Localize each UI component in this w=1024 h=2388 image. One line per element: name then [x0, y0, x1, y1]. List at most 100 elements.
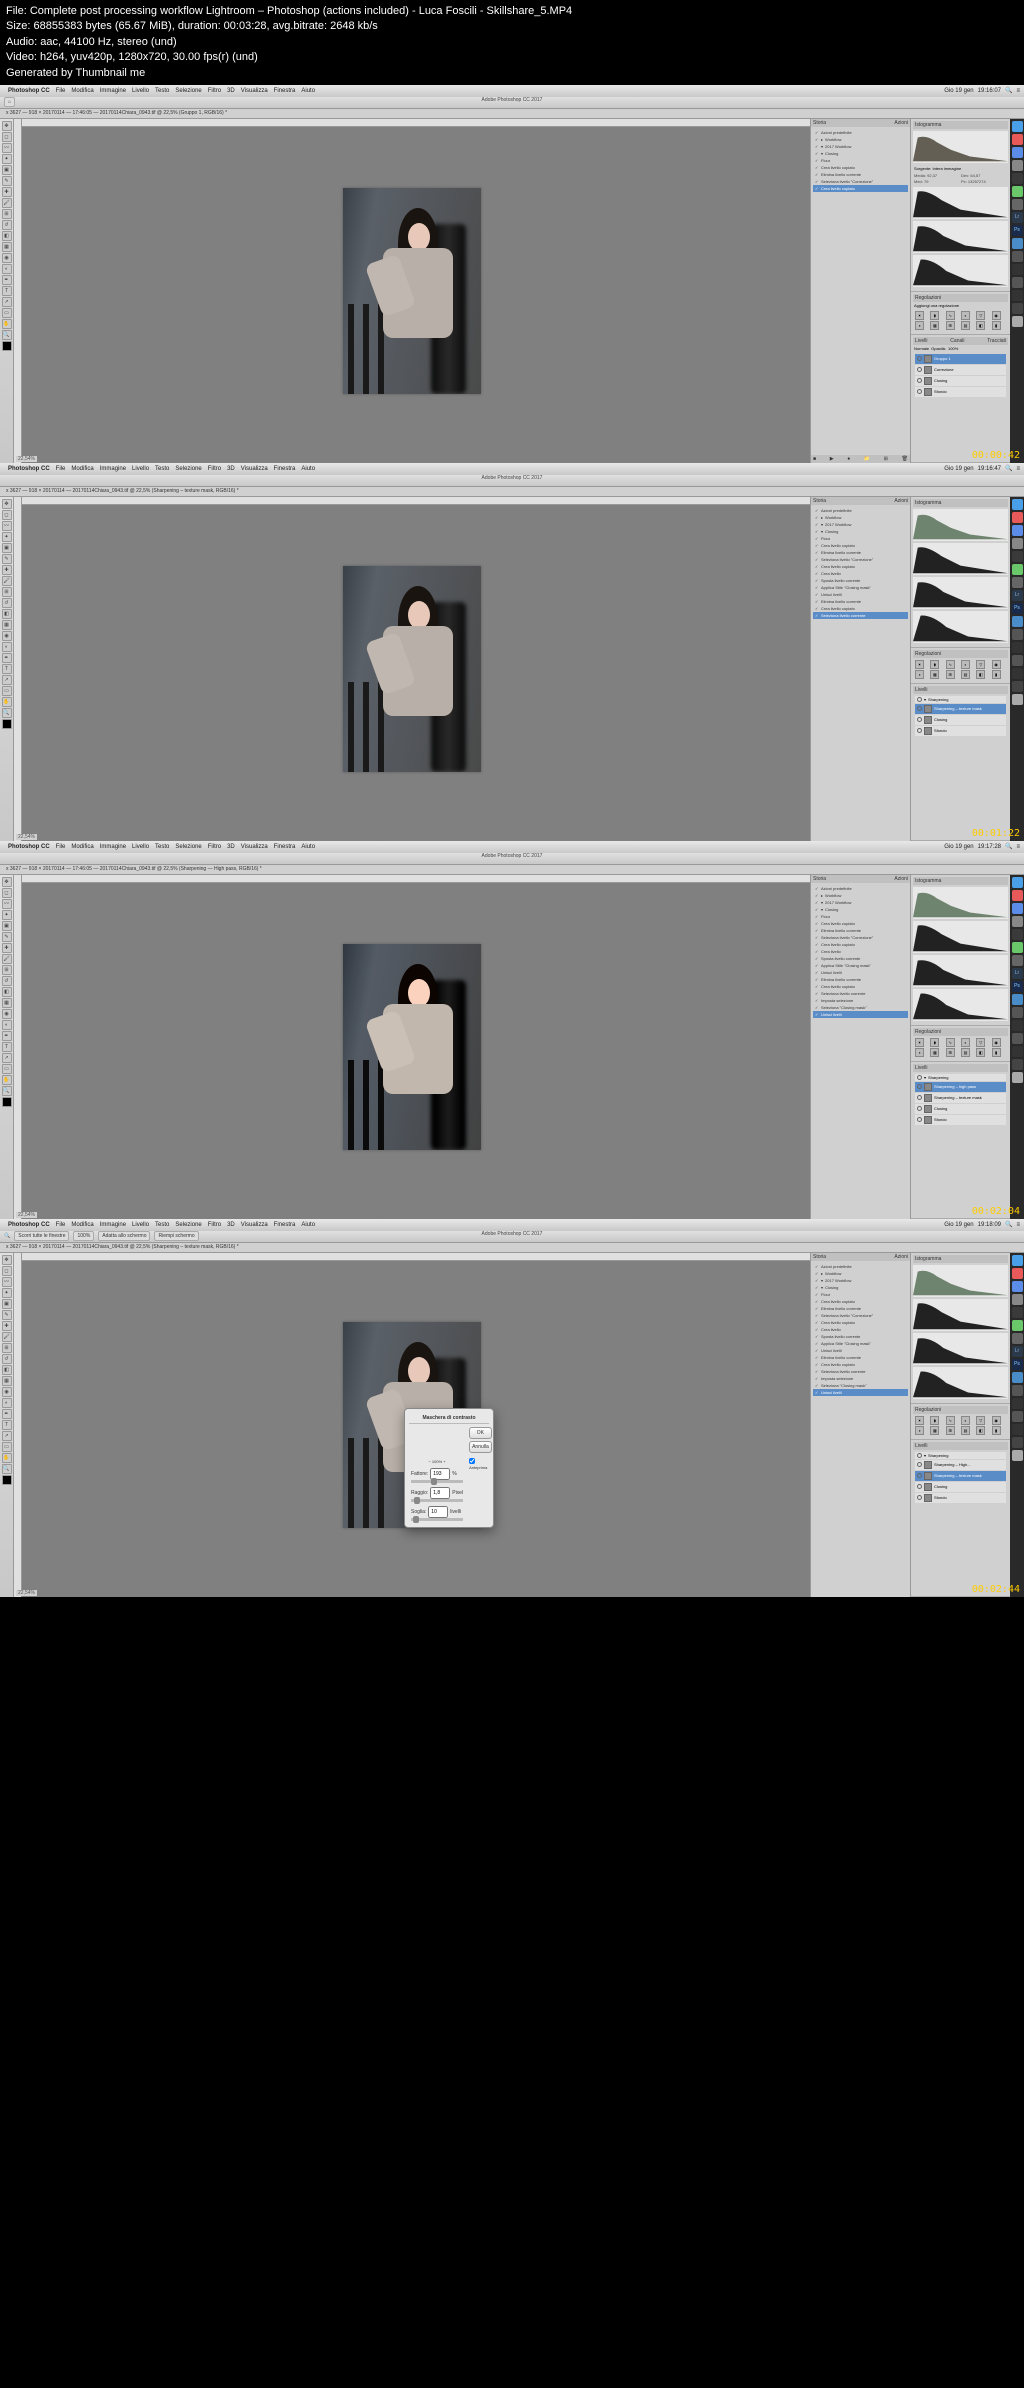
type-tool[interactable]: T: [2, 1042, 12, 1052]
radius-slider[interactable]: [411, 1499, 463, 1502]
blend-mode[interactable]: Normale: [914, 346, 929, 351]
dock-app-icon[interactable]: [1012, 134, 1023, 145]
stamp-tool[interactable]: ⊞: [2, 209, 12, 219]
dock-finder-icon[interactable]: [1012, 121, 1023, 132]
invert-icon[interactable]: ◧: [976, 1048, 985, 1057]
document-tab[interactable]: x 3627 — 918 × 20170114 — 17:46:05 — 201…: [0, 865, 1024, 875]
eye-icon[interactable]: [917, 1084, 922, 1089]
menu-window[interactable]: Finestra: [274, 88, 296, 94]
new-folder-icon[interactable]: 📁: [864, 456, 870, 462]
actions-tab[interactable]: Azioni: [894, 876, 908, 882]
path-tool[interactable]: ↗: [2, 297, 12, 307]
layers-tab[interactable]: Livelli: [915, 1065, 928, 1071]
eyedropper-tool[interactable]: ✎: [2, 554, 12, 564]
eyedropper-tool[interactable]: ✎: [2, 932, 12, 942]
canvas-area[interactable]: 22,54%: [14, 875, 810, 1219]
eye-icon[interactable]: [917, 697, 922, 702]
pen-tool[interactable]: ✒: [2, 1031, 12, 1041]
stamp-tool[interactable]: ⊞: [2, 1343, 12, 1353]
histogram-tab[interactable]: Istogramma: [915, 878, 941, 884]
threshold-input[interactable]: [428, 1506, 448, 1518]
dock-app-icon[interactable]: [1012, 290, 1023, 301]
menu-window[interactable]: Finestra: [274, 844, 296, 850]
marquee-tool[interactable]: ◻: [2, 132, 12, 142]
brightness-icon[interactable]: ☀: [915, 1038, 924, 1047]
hue-icon[interactable]: ◉: [992, 311, 1001, 320]
opt-scroll-all[interactable]: Scorri tutte le finestre: [14, 1231, 69, 1241]
layers-tab[interactable]: Livelli: [915, 687, 928, 693]
hue-icon[interactable]: ◉: [992, 660, 1001, 669]
record-icon[interactable]: ●: [847, 456, 850, 462]
amount-slider[interactable]: [411, 1480, 463, 1483]
canvas-area[interactable]: 22,54%: [14, 497, 810, 841]
dock-app-icon[interactable]: [1012, 1424, 1023, 1435]
history-brush-tool[interactable]: ↺: [2, 220, 12, 230]
layers-list[interactable]: ▾Sharpening Sharpening – high pass Sharp…: [913, 1072, 1008, 1128]
blur-tool[interactable]: ◉: [2, 1009, 12, 1019]
menu-image[interactable]: Immagine: [100, 844, 126, 850]
dock-photoshop-icon[interactable]: Ps: [1012, 225, 1023, 236]
paths-tab[interactable]: Tracciati: [987, 338, 1006, 344]
brightness-icon[interactable]: ☀: [915, 1416, 924, 1425]
adjustments-tab[interactable]: Regolazioni: [915, 651, 941, 657]
foreground-color[interactable]: [2, 1097, 12, 1107]
posterize-icon[interactable]: ▮: [992, 670, 1001, 679]
menu-image[interactable]: Immagine: [100, 1222, 126, 1228]
eye-icon[interactable]: [917, 728, 922, 733]
marquee-tool[interactable]: ◻: [2, 1266, 12, 1276]
adjustments-tab[interactable]: Regolazioni: [915, 295, 941, 301]
menu-filter[interactable]: Filtro: [208, 466, 221, 472]
menu-filter[interactable]: Filtro: [208, 844, 221, 850]
dodge-tool[interactable]: ◐: [2, 264, 12, 274]
dock-app-icon[interactable]: [1012, 681, 1023, 692]
spotlight-icon[interactable]: 🔍: [1005, 465, 1012, 472]
menu-3d[interactable]: 3D: [227, 88, 235, 94]
vibrance-icon[interactable]: ▽: [976, 1038, 985, 1047]
posterize-icon[interactable]: ▮: [992, 321, 1001, 330]
dock-lightroom-icon[interactable]: Lr: [1012, 590, 1023, 601]
menu-edit[interactable]: Modifica: [71, 844, 93, 850]
brush-tool[interactable]: 🖌: [2, 1332, 12, 1342]
eye-icon[interactable]: [917, 378, 922, 383]
hand-tool[interactable]: ✋: [2, 697, 12, 707]
levels-icon[interactable]: ⧫: [930, 311, 939, 320]
type-tool[interactable]: T: [2, 286, 12, 296]
hue-icon[interactable]: ◉: [992, 1038, 1001, 1047]
adjustments-tab[interactable]: Regolazioni: [915, 1029, 941, 1035]
menu-edit[interactable]: Modifica: [71, 1222, 93, 1228]
radius-input[interactable]: [430, 1487, 450, 1499]
actions-list[interactable]: ✓Azioni predefinite ✓▸Workflow ✓▾2017 Wo…: [811, 1261, 910, 1398]
eraser-tool[interactable]: ◧: [2, 231, 12, 241]
menu-window[interactable]: Finestra: [274, 466, 296, 472]
dock-photoshop-icon[interactable]: Ps: [1012, 603, 1023, 614]
photo-filter-icon[interactable]: ▦: [930, 670, 939, 679]
unsharp-mask-dialog[interactable]: Maschera di contrasto − 100% + Fattore:%…: [404, 1408, 494, 1528]
dock-trash-icon[interactable]: [1012, 694, 1023, 705]
curves-icon[interactable]: ∿: [946, 1038, 955, 1047]
eyedropper-tool[interactable]: ✎: [2, 176, 12, 186]
dock-app-icon[interactable]: [1012, 1007, 1023, 1018]
shape-tool[interactable]: ▭: [2, 308, 12, 318]
lasso-tool[interactable]: 〰: [2, 143, 12, 153]
app-name[interactable]: Photoshop CC: [8, 88, 50, 94]
dock-app-icon[interactable]: [1012, 264, 1023, 275]
dodge-tool[interactable]: ◐: [2, 642, 12, 652]
menu-window[interactable]: Finestra: [274, 1222, 296, 1228]
blur-tool[interactable]: ◉: [2, 631, 12, 641]
dock-finder-icon[interactable]: [1012, 877, 1023, 888]
dock-app-icon[interactable]: [1012, 251, 1023, 262]
brush-tool[interactable]: 🖌: [2, 576, 12, 586]
dock-app-icon[interactable]: [1012, 1385, 1023, 1396]
hue-icon[interactable]: ◉: [992, 1416, 1001, 1425]
zoom-tool[interactable]: 🔍: [2, 1464, 12, 1474]
dock-app-icon[interactable]: [1012, 955, 1023, 966]
zoom-tool[interactable]: 🔍: [2, 1086, 12, 1096]
eye-icon[interactable]: [917, 356, 922, 361]
eye-icon[interactable]: [917, 1075, 922, 1080]
dock-app-icon[interactable]: [1012, 890, 1023, 901]
levels-icon[interactable]: ⧫: [930, 660, 939, 669]
pen-tool[interactable]: ✒: [2, 275, 12, 285]
dock-app-icon[interactable]: [1012, 1059, 1023, 1070]
gradient-tool[interactable]: ▦: [2, 620, 12, 630]
healing-tool[interactable]: ✚: [2, 565, 12, 575]
